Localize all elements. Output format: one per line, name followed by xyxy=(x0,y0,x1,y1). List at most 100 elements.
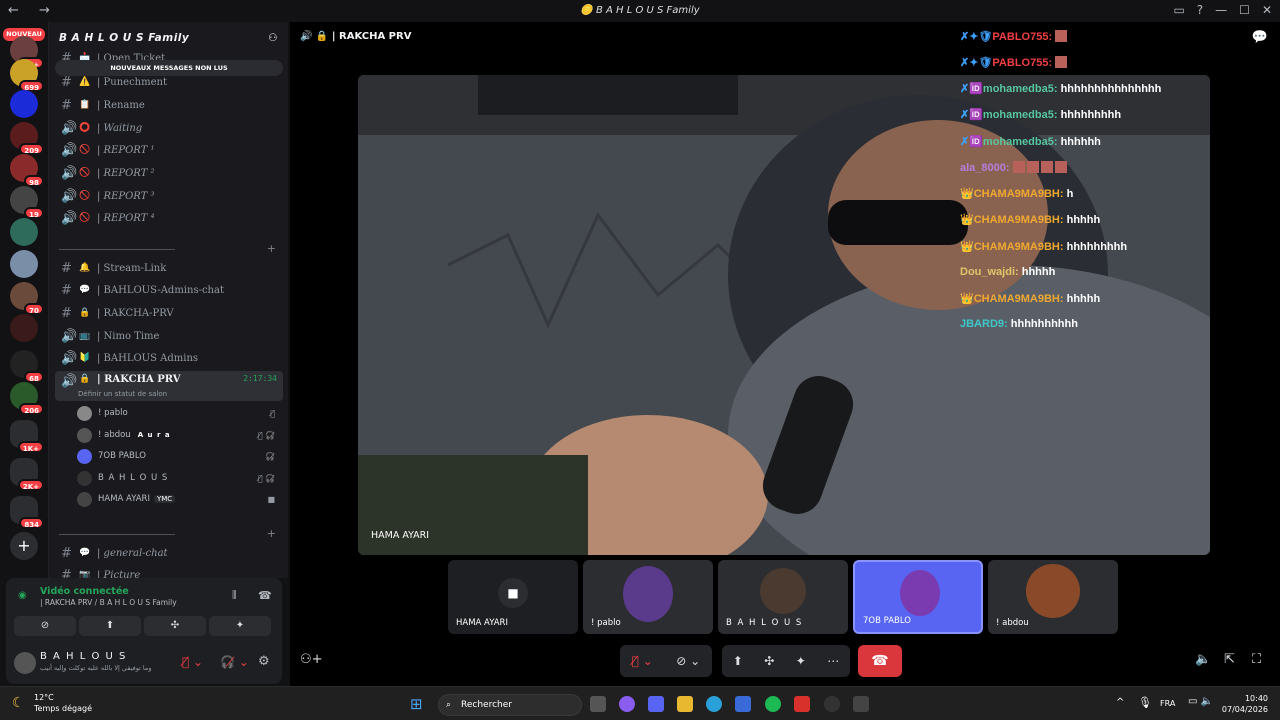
deafen-icon[interactable]: 🎧̸ ⌄ xyxy=(220,655,249,669)
inbox-icon[interactable]: ▭ xyxy=(1173,3,1184,17)
fullscreen-icon[interactable]: ⛶ xyxy=(1252,652,1261,667)
voice-channel-item[interactable]: 🔊 🚫 | REPORT ¹ xyxy=(55,140,283,160)
user-name[interactable]: B A H L O U S xyxy=(40,651,127,662)
close-icon[interactable]: ✕ xyxy=(1262,3,1272,17)
participant-tile[interactable]: B A H L O U S xyxy=(718,560,848,634)
voice-channel-item[interactable]: 🔊 🚫 | REPORT ³ xyxy=(55,186,283,206)
channel-item[interactable]: # 💬 | general-chat xyxy=(55,543,283,563)
server-icon[interactable]: 699 xyxy=(10,59,44,92)
soundboard-button[interactable]: ✦ xyxy=(209,616,271,636)
channel-item[interactable]: # 🔒 | RAKCHA-PRV xyxy=(55,303,283,323)
server-icon[interactable] xyxy=(10,314,38,342)
avatar xyxy=(77,405,92,421)
add-channel-icon[interactable]: + xyxy=(267,242,276,255)
voice-member[interactable]: ! abdou A u r a 🎙̸ 🎧̸ xyxy=(77,426,283,444)
user-avatar[interactable] xyxy=(14,652,36,674)
mute-toggle[interactable]: 🎙̸ ⌄ xyxy=(632,654,653,668)
server-icon[interactable] xyxy=(10,250,38,278)
noise-icon[interactable]: ⫼ xyxy=(232,590,237,601)
clock-time[interactable]: 10:40 xyxy=(1222,693,1268,704)
server-icon[interactable]: 209 xyxy=(10,122,44,155)
unread-banner[interactable]: NOUVEAUX MESSAGES NON LUS xyxy=(55,60,283,76)
user-status: وما توفيقي إلا بالله عليه توكلت وإليه أن… xyxy=(40,664,152,672)
server-icon[interactable]: 98 xyxy=(10,154,44,187)
participant-tile[interactable]: ■ HAMA AYARI xyxy=(448,560,578,634)
voice-channel-item[interactable]: 🔊 🚫 | REPORT ² xyxy=(55,163,283,183)
mute-icon[interactable]: 🎙̸ ⌄ xyxy=(182,655,203,669)
server-icon[interactable]: 19 xyxy=(10,186,44,219)
category-divider xyxy=(59,249,175,250)
add-server-icon[interactable]: + xyxy=(10,532,38,560)
channel-item[interactable]: # 🔔 | Stream-Link xyxy=(55,258,283,278)
voice-member[interactable]: B A H L O U S 🎙̸ 🎧̸ xyxy=(77,469,283,487)
badge-icon: 👑 xyxy=(960,214,974,226)
volume-icon[interactable]: 🔈 xyxy=(1195,652,1211,667)
more-options-button[interactable]: ⋯ xyxy=(827,654,839,668)
file-explorer-icon[interactable] xyxy=(677,696,693,712)
chat-bubble-icon[interactable]: 💬 xyxy=(1252,30,1268,45)
maximize-icon[interactable]: ☐ xyxy=(1239,3,1250,17)
discord-icon[interactable] xyxy=(648,696,664,712)
server-icon[interactable]: 68 xyxy=(10,350,44,383)
camera-off-button[interactable]: ⊘ xyxy=(14,616,76,636)
search-box[interactable]: ⌕ Rechercher xyxy=(438,694,582,716)
minimize-icon[interactable]: — xyxy=(1215,3,1227,17)
start-button[interactable]: ⊞ xyxy=(410,695,423,713)
chat-text: hhhhh xyxy=(1066,214,1101,226)
chat-username: Dou_wajdi: xyxy=(960,266,1019,278)
channel-item[interactable]: # 📋 | Rename xyxy=(55,95,283,115)
voice-member[interactable]: HAMA AYARI YMC ■ xyxy=(77,490,283,508)
participant-tile[interactable]: 7OB PABLO xyxy=(853,560,983,634)
channel-status-hint[interactable]: Définir un statut de salon xyxy=(78,390,167,398)
voice-channel-item[interactable]: 🔊 ⭕ | Waiting xyxy=(55,118,283,138)
app-icon[interactable] xyxy=(853,696,869,712)
server-folder[interactable]: 834 xyxy=(10,496,44,529)
mic-tray-icon[interactable]: 🎙 xyxy=(1138,696,1152,709)
add-member-icon[interactable]: ⚇ xyxy=(268,32,278,44)
voice-channel-item[interactable]: 🔊 🚫 | REPORT ⁴ xyxy=(55,208,283,228)
server-icon[interactable]: 206 xyxy=(10,382,44,415)
channel-item[interactable]: # 💬 | BAHLOUS-Admins-chat xyxy=(55,280,283,300)
chat-message: ✗🆔mohamedba5: hhhhhh xyxy=(960,135,1101,151)
popout-icon[interactable]: ⇱ xyxy=(1224,652,1235,667)
task-view-icon[interactable] xyxy=(590,696,606,712)
help-icon[interactable]: ? xyxy=(1197,3,1203,17)
voice-member[interactable]: ! pablo 🎙̸ xyxy=(77,404,283,422)
acrobat-icon[interactable] xyxy=(794,696,810,712)
share-screen-button[interactable]: ⬆ xyxy=(733,654,743,668)
voice-status[interactable]: Vidéo connectée xyxy=(40,586,129,597)
disconnect-button[interactable]: ☎ xyxy=(858,645,902,677)
server-folder[interactable]: 1K+ xyxy=(10,420,44,453)
voice-member[interactable]: 7OB PABLO 🎧̸ xyxy=(77,447,283,465)
clock-date[interactable]: 07/04/2026 xyxy=(1222,704,1268,715)
copilot-icon[interactable] xyxy=(619,696,635,712)
avatar xyxy=(623,566,673,622)
soundboard-button[interactable]: ✦ xyxy=(796,654,806,668)
server-icon[interactable]: 70 xyxy=(10,282,44,315)
settings-gear-icon[interactable]: ⚙ xyxy=(258,654,270,669)
server-icon[interactable] xyxy=(10,90,38,118)
voice-channel-item[interactable]: 🔊 📺 | Nimo Time xyxy=(55,326,283,346)
camera-toggle[interactable]: ⊘ ⌄ xyxy=(676,654,700,668)
participant-tile[interactable]: ! abdou xyxy=(988,560,1118,634)
network-icon[interactable]: ▭ 🔈 xyxy=(1188,696,1213,707)
chat-username: PABLO755: xyxy=(992,57,1053,69)
channel-item[interactable]: # 📷 | Picture xyxy=(55,565,283,579)
participant-tile[interactable]: ! pablo xyxy=(583,560,713,634)
activities-button[interactable]: ✣ xyxy=(144,616,206,636)
add-user-icon[interactable]: ⚇+ xyxy=(300,652,323,667)
obs-icon[interactable] xyxy=(824,696,840,712)
share-screen-button[interactable]: ⬆ xyxy=(79,616,141,636)
edge-icon[interactable] xyxy=(706,696,722,712)
store-icon[interactable] xyxy=(735,696,751,712)
voice-channel-item[interactable]: 🔊 🔰 | BAHLOUS Admins xyxy=(55,348,283,368)
spotify-icon[interactable] xyxy=(765,696,781,712)
activities-button[interactable]: ✣ xyxy=(764,654,774,668)
add-channel-icon[interactable]: + xyxy=(267,527,276,540)
disconnect-icon[interactable]: ☎ xyxy=(258,589,272,602)
tray-chevron-icon[interactable]: ^ xyxy=(1116,697,1124,708)
server-icon[interactable] xyxy=(10,218,38,246)
voice-channel-path[interactable]: | RAKCHA PRV / B A H L O U S Family xyxy=(40,598,177,607)
server-folder[interactable]: 2K+ xyxy=(10,458,44,491)
language-indicator[interactable]: FRA xyxy=(1160,699,1175,708)
